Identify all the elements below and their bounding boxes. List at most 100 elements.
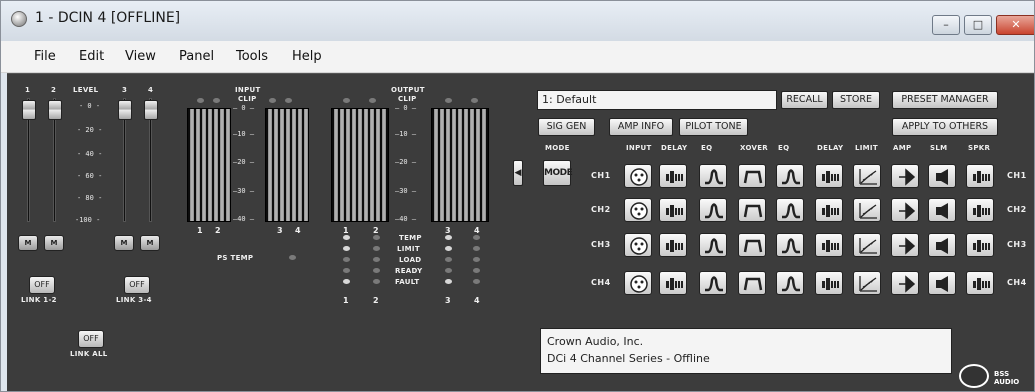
pilot-tone-button[interactable]: PILOT TONE: [679, 118, 748, 136]
menu-help[interactable]: Help: [292, 49, 322, 64]
status-led: [343, 246, 350, 251]
dsp-block-input-button[interactable]: [624, 198, 652, 222]
dsp-block-amp-button[interactable]: [891, 164, 919, 188]
input-clip-led-4: [285, 98, 292, 103]
input-ch-label-1: 1: [197, 226, 203, 235]
dsp-block-spkr-button[interactable]: [966, 233, 994, 257]
recall-button[interactable]: RECALL: [781, 91, 828, 109]
input-xlr-icon: [630, 202, 648, 220]
dsp-block-xover-button[interactable]: [738, 164, 766, 188]
status-limit-label: LIMIT: [397, 245, 420, 253]
dsp-block-slm-button[interactable]: [928, 271, 956, 295]
preset-name-field[interactable]: 1: Default: [537, 90, 777, 110]
slm-speaker-icon: [936, 238, 948, 254]
dsp-block-limit-button[interactable]: [853, 164, 881, 188]
dsp-block-spkr-button[interactable]: [966, 198, 994, 222]
link-1-2-button[interactable]: OFF: [29, 276, 55, 294]
apply-to-others-button[interactable]: APPLY TO OTHERS: [892, 118, 998, 136]
input-xlr-icon: [630, 237, 648, 255]
dsp-block-eq-button[interactable]: [776, 271, 804, 295]
input-ch-label-2: 2: [215, 226, 221, 235]
menu-file[interactable]: File: [34, 49, 56, 64]
mute-button-ch2[interactable]: M: [44, 235, 64, 251]
dsp-block-spkr-button[interactable]: [966, 164, 994, 188]
menu-view[interactable]: View: [125, 49, 156, 64]
dsp-column-label: EQ: [778, 144, 790, 152]
sig-gen-button[interactable]: SIG GEN: [538, 118, 595, 136]
dsp-block-eq-button[interactable]: [699, 233, 727, 257]
speaker-icon: [973, 278, 990, 290]
dsp-block-eq-button[interactable]: [699, 164, 727, 188]
maximize-button[interactable]: □: [964, 15, 992, 35]
dsp-block-eq-button[interactable]: [776, 233, 804, 257]
dsp-block-delay-button[interactable]: [815, 233, 843, 257]
output-clip-led-4: [471, 98, 478, 103]
amp-icon: [899, 168, 916, 186]
fader-ch4[interactable]: [144, 100, 158, 120]
link-all-button[interactable]: OFF: [78, 330, 104, 348]
menu-panel[interactable]: Panel: [179, 49, 214, 64]
dsp-block-input-button[interactable]: [624, 164, 652, 188]
dsp-block-delay-button[interactable]: [659, 233, 687, 257]
dsp-column-label: EQ: [701, 144, 713, 152]
dsp-block-limit-button[interactable]: [853, 271, 881, 295]
status-led: [373, 235, 380, 240]
menu-edit[interactable]: Edit: [79, 49, 104, 64]
dsp-block-delay-button[interactable]: [815, 271, 843, 295]
link-3-4-button[interactable]: OFF: [124, 276, 150, 294]
dsp-block-delay-button[interactable]: [659, 164, 687, 188]
dsp-block-input-button[interactable]: [624, 271, 652, 295]
link-all-label: LINK ALL: [70, 350, 108, 358]
delay-icon: [822, 240, 839, 252]
eq-bell-icon: [782, 238, 800, 254]
delay-icon: [822, 278, 839, 290]
fader-ch1[interactable]: [22, 100, 36, 120]
status-led: [445, 279, 452, 284]
dsp-block-limit-button[interactable]: [853, 198, 881, 222]
close-button[interactable]: ✕: [996, 15, 1034, 35]
dsp-block-xover-button[interactable]: [738, 198, 766, 222]
dsp-block-slm-button[interactable]: [928, 198, 956, 222]
input-xlr-icon: [630, 168, 648, 186]
dsp-block-xover-button[interactable]: [738, 233, 766, 257]
input-clip-led-1: [197, 98, 204, 103]
dsp-block-eq-button[interactable]: [699, 271, 727, 295]
preset-manager-button[interactable]: PRESET MANAGER: [892, 91, 998, 109]
output-scale-30: —30 —: [395, 187, 417, 195]
dsp-block-eq-button[interactable]: [776, 198, 804, 222]
dsp-block-amp-button[interactable]: [891, 198, 919, 222]
dsp-block-eq-button[interactable]: [776, 164, 804, 188]
level-scale-40: - 40 -: [77, 150, 103, 158]
store-button[interactable]: STORE: [832, 91, 880, 109]
dsp-block-xover-button[interactable]: [738, 271, 766, 295]
dsp-block-amp-button[interactable]: [891, 271, 919, 295]
mute-button-ch4[interactable]: M: [140, 235, 160, 251]
mute-button-ch1[interactable]: M: [18, 235, 38, 251]
dsp-row-label-right: CH4: [1007, 278, 1027, 287]
fader-ch3[interactable]: [118, 100, 132, 120]
fader-label-ch3: 3: [122, 86, 128, 94]
dsp-block-slm-button[interactable]: [928, 164, 956, 188]
fader-ch2[interactable]: [48, 100, 62, 120]
dsp-block-delay-button[interactable]: [815, 164, 843, 188]
dsp-block-delay-button[interactable]: [659, 271, 687, 295]
device-info-line1: Crown Audio, Inc.: [547, 335, 644, 348]
mode-button[interactable]: MODE: [543, 160, 573, 186]
output-meter-title: OUTPUT: [391, 86, 425, 94]
status-ready-label: READY: [395, 267, 423, 275]
dsp-block-slm-button[interactable]: [928, 233, 956, 257]
input-scale-30: —30 —: [233, 187, 255, 195]
dsp-block-amp-button[interactable]: [891, 233, 919, 257]
input-meter-ch1-2: [187, 108, 231, 222]
dsp-block-input-button[interactable]: [624, 233, 652, 257]
dsp-block-delay-button[interactable]: [815, 198, 843, 222]
dsp-block-delay-button[interactable]: [659, 198, 687, 222]
mute-button-ch3[interactable]: M: [114, 235, 134, 251]
minimize-button[interactable]: –: [932, 15, 960, 35]
dsp-block-spkr-button[interactable]: [966, 271, 994, 295]
collapse-panel-arrow-icon[interactable]: ◀: [513, 160, 523, 186]
dsp-block-eq-button[interactable]: [699, 198, 727, 222]
dsp-block-limit-button[interactable]: [853, 233, 881, 257]
menu-tools[interactable]: Tools: [236, 49, 268, 64]
amp-info-button[interactable]: AMP INFO: [609, 118, 673, 136]
